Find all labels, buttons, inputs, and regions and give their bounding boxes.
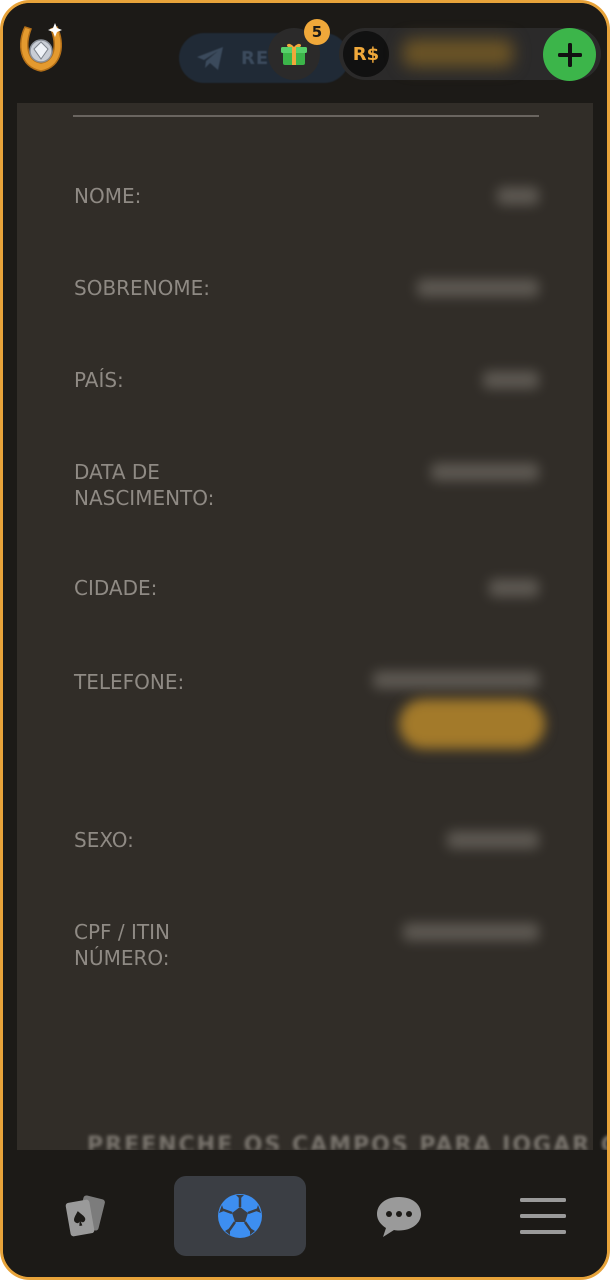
hamburger-menu-icon [520,1198,566,1234]
cpf-value-blurred [403,923,539,941]
balance-value-blurred [403,39,513,67]
sexo-value-blurred [447,831,539,849]
nav-casino[interactable] [19,1176,151,1256]
cpf-label: CPF / ITIN NÚMERO: [74,920,170,970]
cidade-label: CIDADE: [74,576,158,600]
top-bar: RESIDE 5 R$ [3,3,607,103]
bottom-nav [3,1150,607,1277]
sobrenome-label: SOBRENOME: [74,276,211,300]
nome-value-blurred [497,187,539,205]
divider [73,115,539,117]
bottom-hint-text: PREENCHE OS CAMPOS PARA JOGAR COM [87,1133,610,1150]
pais-value-blurred [483,371,539,389]
playing-cards-icon [65,1195,105,1237]
gift-box-icon [281,43,307,65]
sexo-label: SEXO: [74,828,134,852]
plus-icon [557,42,582,67]
app-frame: RESIDE 5 R$ NOME: SOBRENOME: PAÍ [0,0,610,1280]
telegram-icon [197,47,223,70]
telefone-label: TELEFONE: [74,670,185,694]
profile-panel: NOME: SOBRENOME: PAÍS: DATA DE NASCIMENT… [17,103,607,1150]
nome-label: NOME: [74,184,142,208]
currency-icon: R$ [343,31,389,77]
pais-label: PAÍS: [74,368,124,392]
horseshoe-logo-icon[interactable] [15,21,67,79]
chat-bubble-icon [377,1197,421,1237]
soccer-ball-icon [218,1194,262,1238]
verify-phone-button-blurred[interactable] [399,699,545,749]
data-nascimento-label: DATA DE NASCIMENTO: [74,460,215,510]
nav-chat[interactable] [333,1176,465,1256]
gift-count-badge: 5 [304,19,330,45]
telefone-value-blurred [373,671,539,689]
nav-sports[interactable] [174,1176,306,1256]
data-nascimento-value-blurred [431,463,539,481]
add-funds-button[interactable] [543,28,596,81]
nav-menu[interactable] [477,1176,607,1256]
sobrenome-value-blurred [417,279,539,297]
cidade-value-blurred [489,579,539,597]
